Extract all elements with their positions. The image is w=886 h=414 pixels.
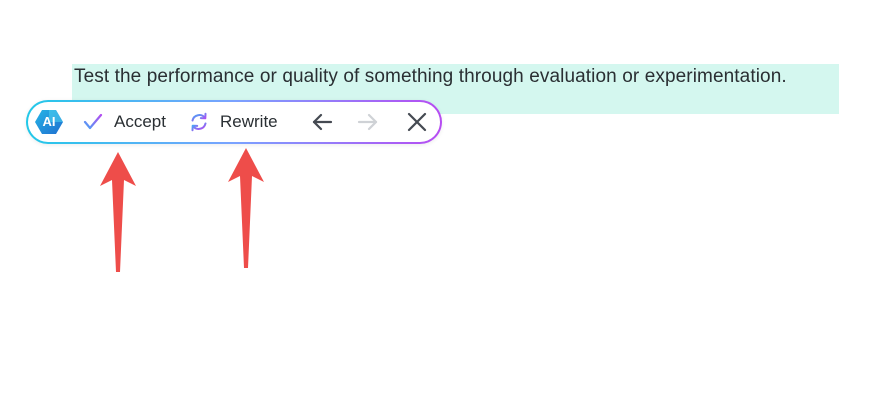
arrow-left-icon — [310, 111, 334, 133]
accept-button[interactable]: Accept — [82, 102, 166, 142]
ai-rewrite-toolbar-body: AI Accept Rewrite — [28, 102, 440, 142]
close-icon — [406, 111, 428, 133]
ai-logo-label: AI — [42, 114, 56, 129]
accept-label: Accept — [114, 112, 166, 131]
ai-logo-icon: AI — [34, 109, 64, 135]
annotation-arrow-accept — [100, 152, 136, 272]
annotation-arrow-rewrite — [228, 148, 264, 268]
rewrite-button[interactable]: Rewrite — [188, 102, 278, 142]
previous-button[interactable] — [310, 102, 334, 142]
rewrite-label: Rewrite — [220, 112, 278, 131]
refresh-icon — [188, 111, 210, 133]
check-icon — [82, 111, 104, 133]
next-button[interactable] — [356, 102, 380, 142]
arrow-right-icon — [356, 111, 380, 133]
close-button[interactable] — [406, 102, 428, 142]
ai-rewrite-toolbar: AI Accept Rewrite — [26, 100, 442, 144]
selected-text[interactable]: Test the performance or quality of somet… — [74, 66, 787, 88]
